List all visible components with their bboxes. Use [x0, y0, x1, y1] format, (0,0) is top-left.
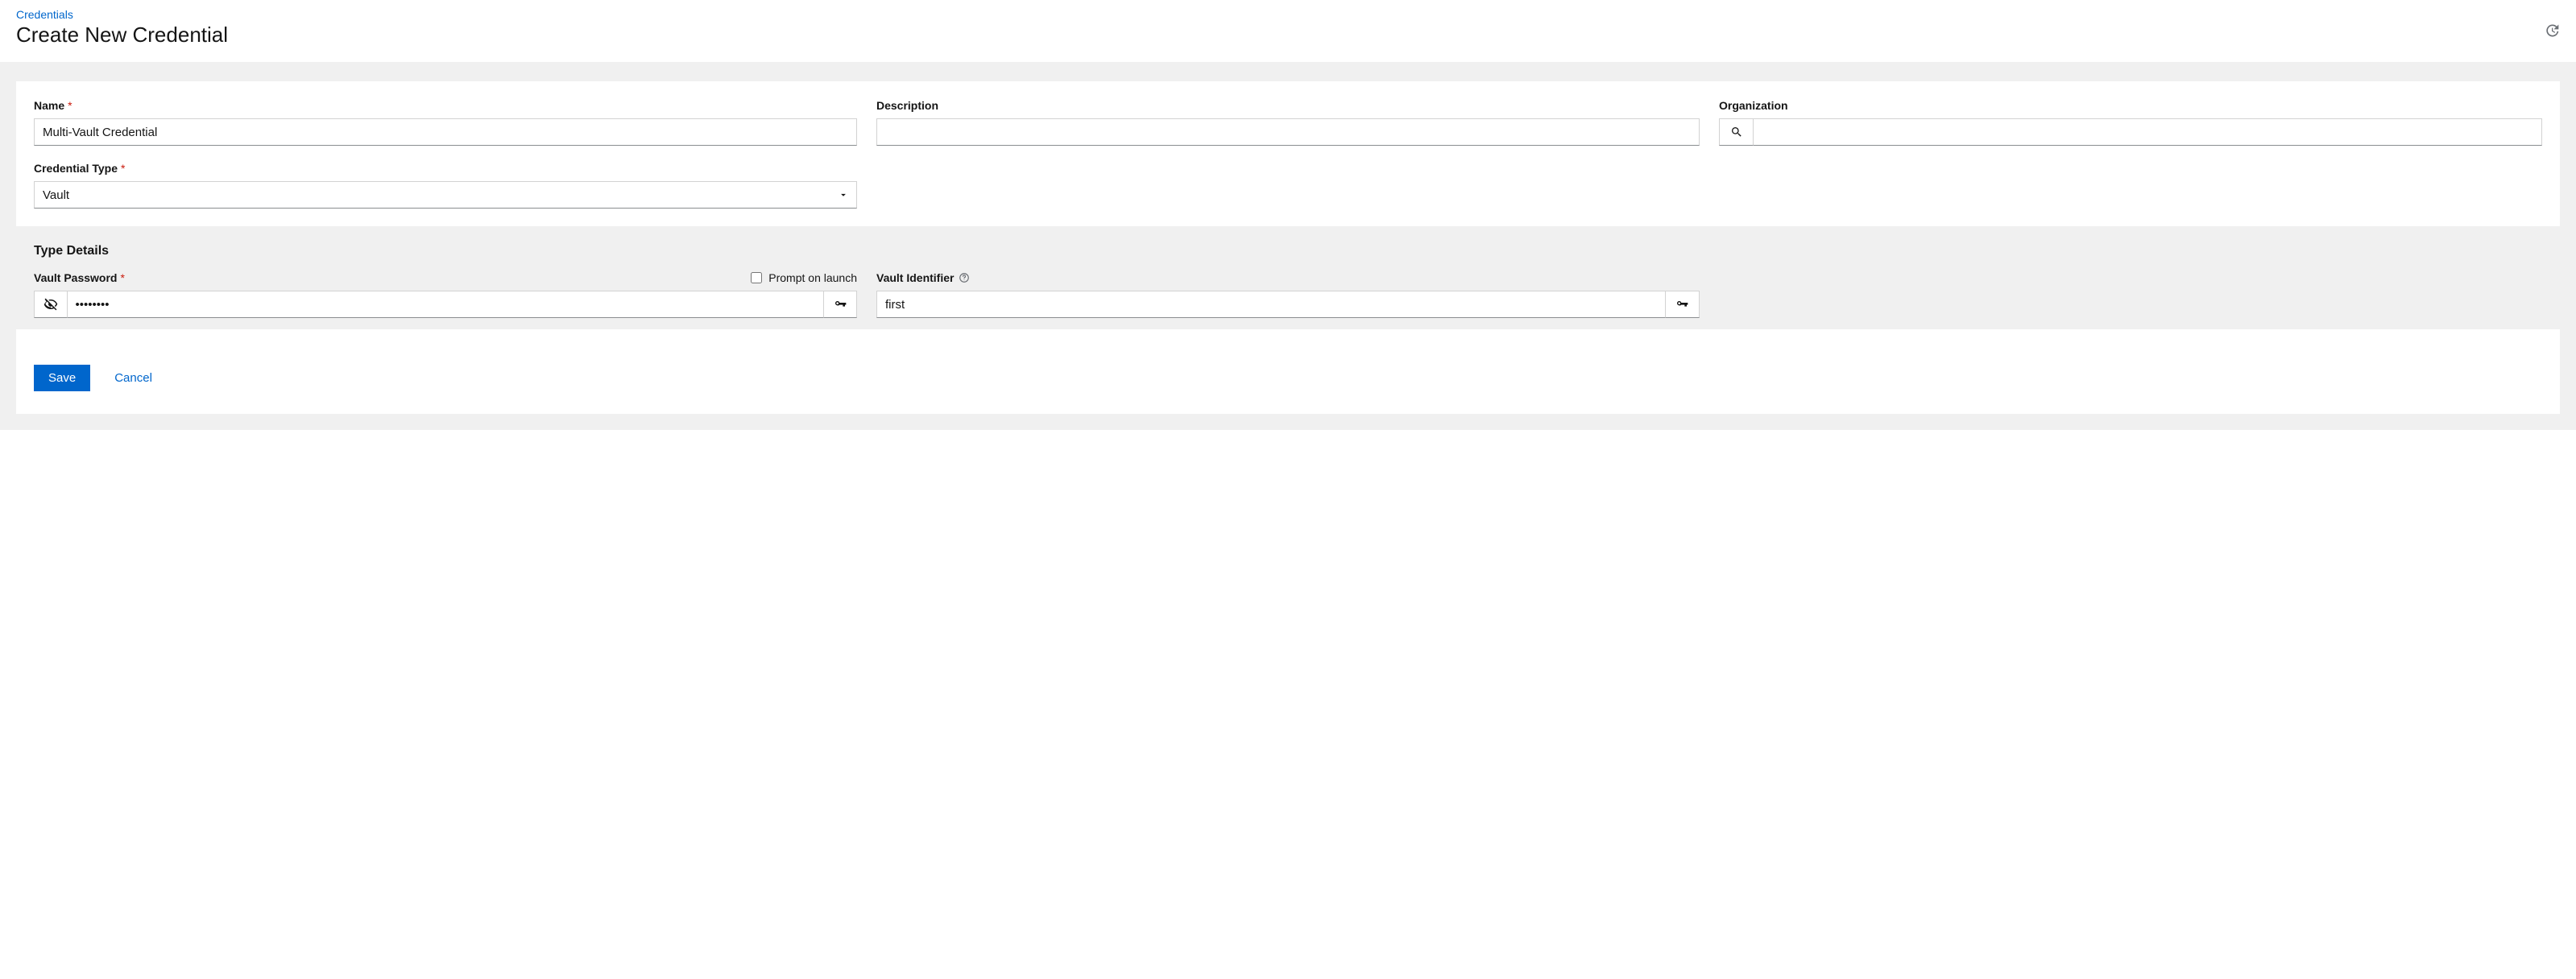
organization-lookup-button[interactable] — [1719, 118, 1753, 146]
organization-group: Organization — [1719, 99, 2542, 146]
prompt-on-launch-checkbox[interactable] — [751, 272, 762, 283]
description-group: Description — [876, 99, 1700, 146]
vault-identifier-key-button[interactable] — [1666, 291, 1700, 318]
type-details-section: Type Details Vault Password * Prompt on … — [16, 226, 2560, 329]
vault-password-group: Vault Password * Prompt on launch — [34, 271, 857, 318]
credential-type-group: Credential Type * — [34, 162, 857, 209]
required-marker: * — [120, 271, 124, 284]
vault-password-key-button[interactable] — [824, 291, 857, 318]
description-input[interactable] — [876, 118, 1700, 146]
form-actions: Save Cancel — [16, 329, 2560, 414]
key-icon — [834, 298, 847, 311]
breadcrumb-parent-link[interactable]: Credentials — [16, 8, 73, 21]
required-marker: * — [121, 162, 125, 175]
credential-type-select[interactable] — [34, 181, 857, 209]
cancel-button[interactable]: Cancel — [114, 371, 152, 385]
save-button[interactable]: Save — [34, 365, 90, 391]
page-title: Create New Credential — [16, 23, 2560, 48]
key-icon — [1675, 298, 1688, 311]
vault-password-input[interactable] — [67, 291, 825, 318]
organization-input[interactable] — [1753, 118, 2542, 146]
name-label: Name — [34, 99, 64, 112]
breadcrumb: Credentials — [16, 8, 2560, 21]
help-icon[interactable] — [959, 272, 970, 283]
prompt-on-launch-control[interactable]: Prompt on launch — [751, 271, 857, 284]
search-icon — [1730, 126, 1743, 138]
required-marker: * — [68, 99, 72, 112]
page-header: Credentials Create New Credential — [0, 0, 2576, 62]
vault-identifier-label: Vault Identifier — [876, 271, 954, 284]
history-icon[interactable] — [2544, 23, 2560, 39]
eye-off-icon — [43, 297, 58, 312]
vault-password-label: Vault Password — [34, 271, 117, 284]
name-group: Name * — [34, 99, 857, 146]
organization-label: Organization — [1719, 99, 1788, 112]
prompt-on-launch-label: Prompt on launch — [768, 271, 857, 284]
description-label: Description — [876, 99, 938, 112]
name-input[interactable] — [34, 118, 857, 146]
toggle-password-visibility-button[interactable] — [34, 291, 67, 318]
vault-identifier-group: Vault Identifier — [876, 271, 1700, 318]
credential-type-label: Credential Type — [34, 162, 118, 175]
type-details-title: Type Details — [34, 244, 2542, 258]
vault-identifier-input[interactable] — [876, 291, 1666, 318]
basic-fields-section: Name * Description — [16, 81, 2560, 226]
